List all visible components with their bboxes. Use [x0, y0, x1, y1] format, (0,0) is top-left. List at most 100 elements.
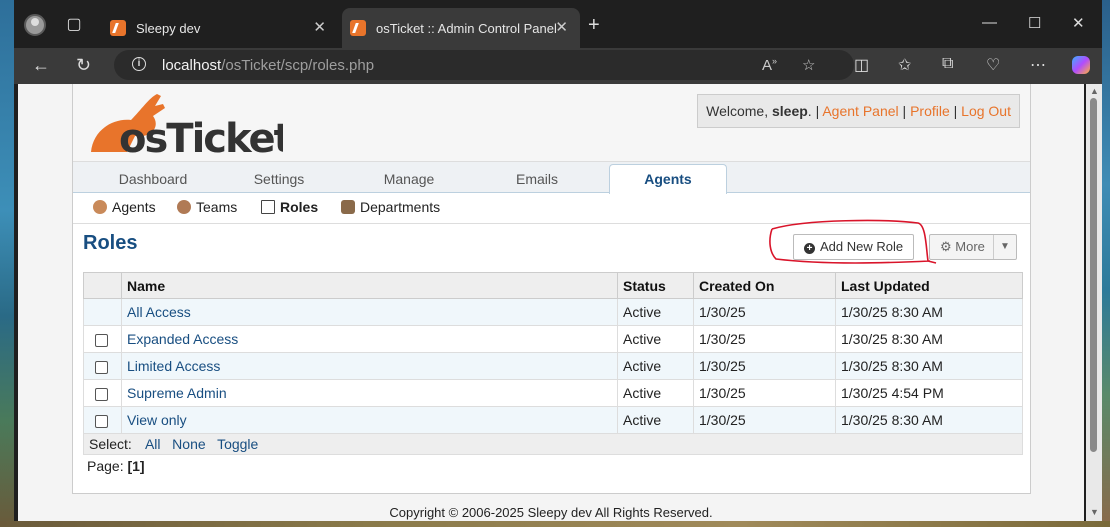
- table-row: Limited Access Active 1/30/25 1/30/25 8:…: [83, 352, 1023, 380]
- created-cell: 1/30/25: [693, 352, 836, 380]
- tab-settings[interactable]: Settings: [239, 162, 319, 192]
- subnav-label: Roles: [280, 199, 319, 215]
- browser-tab-admin-panel[interactable]: osTicket :: Admin Control Panel ✕: [342, 8, 580, 48]
- address-bar-row: ← ↻ i localhost/osTicket/scp/roles.php A…: [14, 48, 1102, 84]
- url-input[interactable]: i localhost/osTicket/scp/roles.php A» ☆: [114, 50, 854, 80]
- row-checkbox[interactable]: [95, 360, 108, 374]
- desktop-wallpaper-bottom: [0, 521, 1110, 527]
- browser-essentials-icon[interactable]: ♡: [986, 55, 1000, 75]
- favorites-icon[interactable]: ✩: [898, 55, 911, 75]
- refresh-icon[interactable]: ↻: [76, 55, 91, 76]
- tab-emails[interactable]: Emails: [497, 162, 577, 192]
- subnav-teams[interactable]: Teams: [177, 199, 237, 215]
- subnav-roles[interactable]: Roles: [261, 199, 318, 215]
- status-cell: Active: [617, 379, 694, 407]
- table-header-name[interactable]: Name: [121, 272, 618, 299]
- browser-tab-sleepy-dev[interactable]: Sleepy dev ✕: [102, 8, 338, 48]
- scroll-thumb[interactable]: [1090, 98, 1097, 452]
- select-all-link[interactable]: All: [145, 436, 161, 452]
- caret-down-icon[interactable]: ▼: [993, 235, 1016, 259]
- status-cell: Active: [617, 325, 694, 353]
- tab-title: osTicket :: Admin Control Panel: [376, 20, 557, 36]
- updated-cell: 1/30/25 4:54 PM: [835, 379, 1023, 407]
- current-page[interactable]: [1]: [127, 458, 144, 474]
- status-cell: Active: [617, 406, 694, 434]
- settings-menu-icon[interactable]: ⋯: [1030, 55, 1046, 75]
- row-checkbox[interactable]: [95, 333, 108, 347]
- created-cell: 1/30/25: [693, 325, 836, 353]
- updated-cell: 1/30/25 8:30 AM: [835, 406, 1023, 434]
- copilot-icon[interactable]: [1070, 54, 1092, 81]
- tab-actions-icon[interactable]: ▢: [62, 12, 86, 36]
- welcome-text: Welcome,: [706, 103, 769, 119]
- tab-dashboard[interactable]: Dashboard: [113, 162, 193, 192]
- table-row: View only Active 1/30/25 1/30/25 8:30 AM: [83, 406, 1023, 434]
- table-row: Expanded Access Active 1/30/25 1/30/25 8…: [83, 325, 1023, 353]
- page-viewport: osTicket Welcome, sleep. | Agent Panel |…: [18, 84, 1084, 521]
- select-none-link[interactable]: None: [172, 436, 205, 452]
- minimize-icon[interactable]: —: [982, 14, 997, 31]
- close-icon[interactable]: ✕: [313, 18, 326, 36]
- close-window-icon[interactable]: ✕: [1072, 14, 1085, 32]
- more-dropdown-button[interactable]: ⚙ More ▼: [929, 234, 1017, 260]
- read-aloud-icon[interactable]: A»: [762, 56, 777, 74]
- vertical-scrollbar[interactable]: ▲ ▼: [1086, 84, 1102, 521]
- table-header-updated[interactable]: Last Updated: [835, 272, 1023, 299]
- desktop-wallpaper: [0, 0, 14, 527]
- subnav-label: Teams: [196, 199, 238, 215]
- row-checkbox[interactable]: [95, 414, 108, 428]
- agent-icon: [93, 200, 107, 214]
- red-annotation-circle: [769, 219, 937, 264]
- tab-bar: ▢ Sleepy dev ✕ osTicket :: Admin Control…: [14, 0, 1102, 48]
- table-header-select: [83, 272, 122, 299]
- page-footer: Copyright © 2006-2025 Sleepy dev All Rig…: [389, 505, 713, 520]
- subnav-departments[interactable]: Departments: [341, 199, 440, 215]
- created-cell: 1/30/25: [693, 298, 836, 326]
- url-text: localhost/osTicket/scp/roles.php: [162, 57, 375, 74]
- osticket-favicon-icon: [110, 20, 126, 36]
- table-header-created[interactable]: Created On: [693, 272, 836, 299]
- scroll-down-icon[interactable]: ▼: [1090, 507, 1099, 517]
- back-icon[interactable]: ←: [32, 55, 50, 76]
- subnav-agents[interactable]: Agents: [93, 199, 156, 215]
- updated-cell: 1/30/25 8:30 AM: [835, 352, 1023, 380]
- profile-link[interactable]: Profile: [910, 103, 950, 119]
- updated-cell: 1/30/25 8:30 AM: [835, 325, 1023, 353]
- select-toggle-link[interactable]: Toggle: [217, 436, 258, 452]
- profile-avatar[interactable]: [24, 14, 46, 36]
- created-cell: 1/30/25: [693, 379, 836, 407]
- tab-agents[interactable]: Agents: [609, 164, 727, 194]
- updated-cell: 1/30/25 8:30 AM: [835, 298, 1023, 326]
- logout-link[interactable]: Log Out: [961, 103, 1011, 119]
- page-header: osTicket Welcome, sleep. | Agent Panel |…: [73, 84, 1030, 162]
- username: sleep: [771, 103, 808, 119]
- favorite-star-icon[interactable]: ☆: [802, 56, 815, 74]
- team-icon: [177, 200, 191, 214]
- site-info-icon[interactable]: i: [132, 57, 146, 71]
- role-link[interactable]: All Access: [127, 304, 191, 320]
- page-title: Roles: [83, 232, 138, 254]
- tab-title: Sleepy dev: [136, 20, 201, 36]
- role-link[interactable]: Supreme Admin: [127, 385, 227, 401]
- main-tabs: Dashboard Settings Manage Emails Agents: [73, 162, 1030, 194]
- role-link[interactable]: Expanded Access: [127, 331, 238, 347]
- maximize-icon[interactable]: ☐: [1028, 14, 1041, 32]
- more-label: More: [955, 239, 985, 254]
- page-container: osTicket Welcome, sleep. | Agent Panel |…: [72, 84, 1031, 494]
- tab-manage[interactable]: Manage: [369, 162, 449, 192]
- new-tab-icon[interactable]: +: [588, 14, 600, 37]
- subnav-label: Agents: [112, 199, 156, 215]
- close-icon[interactable]: ✕: [555, 18, 568, 36]
- pagination: Page: [1]: [87, 458, 145, 474]
- osticket-logo[interactable]: osTicket: [83, 90, 295, 162]
- department-icon: [341, 200, 355, 214]
- table-header-status[interactable]: Status: [617, 272, 694, 299]
- row-checkbox[interactable]: [95, 387, 108, 401]
- collections-icon[interactable]: ⧉: [942, 55, 953, 73]
- agent-panel-link[interactable]: Agent Panel: [822, 103, 898, 119]
- created-cell: 1/30/25: [693, 406, 836, 434]
- role-link[interactable]: Limited Access: [127, 358, 220, 374]
- split-screen-icon[interactable]: ◫: [854, 55, 869, 75]
- role-link[interactable]: View only: [127, 412, 187, 428]
- scroll-up-icon[interactable]: ▲: [1090, 86, 1099, 96]
